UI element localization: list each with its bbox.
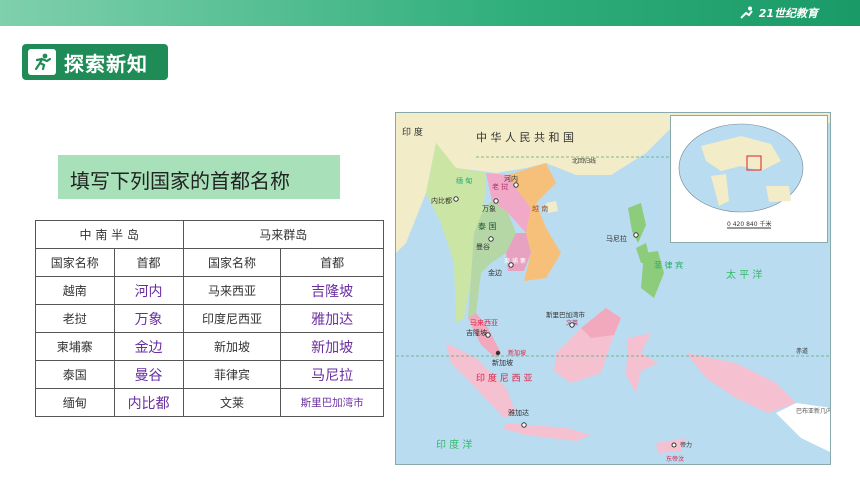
section-badge: 探索新知 <box>22 44 168 80</box>
capital-answer: 万象 <box>113 304 184 333</box>
label-phnom-penh: 金边 <box>488 268 502 277</box>
country-cell: 柬埔寨 <box>35 332 115 361</box>
label-vietnam: 越 南 <box>532 204 548 213</box>
region-malay-archipelago: 马来群岛 <box>182 220 385 249</box>
country-cell: 缅甸 <box>35 388 115 417</box>
country-cell: 越南 <box>35 276 115 305</box>
label-laos: 老 挝 <box>492 182 508 191</box>
capital-marker <box>488 236 494 242</box>
runner-icon <box>28 49 56 75</box>
capital-marker <box>508 262 514 268</box>
col-country: 国家名称 <box>35 248 115 277</box>
capitals-table: 中 南 半 岛 马来群岛 国家名称 首都 国家名称 首都 越南 河内 马来西亚 … <box>35 220 385 417</box>
scale-text: 0 420 840 千米 <box>727 220 771 228</box>
inset-land-australia <box>766 186 791 202</box>
country-cell: 泰国 <box>35 360 115 389</box>
capital-marker <box>495 350 501 356</box>
label-philippines: 菲 律 宾 <box>654 260 683 270</box>
label-singapore-city: 新加坡 <box>492 358 513 367</box>
label-png: 巴布亚新几内亚 <box>796 407 831 415</box>
capital-marker <box>493 198 499 204</box>
capital-marker <box>513 182 519 188</box>
table-row: 缅甸 内比都 文莱 斯里巴加湾市 <box>35 388 384 417</box>
world-inset-map: 0 420 840 千米 <box>670 115 828 243</box>
label-east-timor: 东帝汶 <box>666 455 684 463</box>
col-country: 国家名称 <box>182 248 282 277</box>
col-capital: 首都 <box>113 248 184 277</box>
label-india: 印 度 <box>402 126 423 138</box>
capital-answer: 内比都 <box>113 388 184 417</box>
country-cell: 新加坡 <box>182 332 282 361</box>
label-china: 中 华 人 民 共 和 国 <box>476 130 574 144</box>
label-tropic: 北回归线 <box>572 157 596 165</box>
country-cell: 菲律宾 <box>182 360 282 389</box>
label-naypyidaw: 内比都 <box>431 196 452 205</box>
capital-marker <box>671 442 677 448</box>
capital-answer: 曼谷 <box>113 360 184 389</box>
label-thailand: 泰 国 <box>478 221 497 231</box>
country-cell: 马来西亚 <box>182 276 282 305</box>
table-row: 越南 河内 马来西亚 吉隆坡 <box>35 276 384 305</box>
southeast-asia-map: 中 华 人 民 共 和 国 印 度 北回归线 赤道 太 平 洋 印 度 洋 缅 … <box>395 112 831 465</box>
region-indochina: 中 南 半 岛 <box>35 220 184 249</box>
brand-logo: 21世纪教育 <box>738 5 818 21</box>
section-title: 探索新知 <box>64 51 148 76</box>
country-cell: 文莱 <box>182 388 282 417</box>
capital-answer: 金边 <box>113 332 184 361</box>
runner-logo-icon <box>739 6 753 19</box>
world-inset-svg: 0 420 840 千米 <box>678 123 804 229</box>
label-bangkok: 曼谷 <box>476 242 490 251</box>
capital-marker <box>453 196 459 202</box>
col-capital: 首都 <box>280 248 384 277</box>
label-indonesia: 印 度 尼 西 亚 <box>476 372 532 384</box>
table-row: 柬埔寨 金边 新加坡 新加坡 <box>35 332 384 361</box>
label-malaysia: 马来西亚 <box>470 319 498 327</box>
label-equator: 赤道 <box>796 347 808 355</box>
country-cell: 老挝 <box>35 304 115 333</box>
capital-marker <box>521 422 527 428</box>
table-region-header: 中 南 半 岛 马来群岛 <box>35 220 385 249</box>
label-singapore-country: 新加坡 <box>508 349 526 357</box>
capital-marker <box>569 322 575 328</box>
label-indian-ocean: 印 度 洋 <box>436 438 472 451</box>
capital-answer: 河内 <box>113 276 184 305</box>
label-kuala-lumpur: 吉隆坡 <box>466 328 487 337</box>
task-prompt: 填写下列国家的首都名称 <box>70 169 290 193</box>
label-dili: 帝力 <box>680 441 692 449</box>
capital-marker <box>633 232 639 238</box>
country-cell: 印度尼西亚 <box>182 304 282 333</box>
capital-answer: 吉隆坡 <box>280 276 384 305</box>
table-row: 泰国 曼谷 菲律宾 马尼拉 <box>35 360 384 389</box>
task-prompt-box: 填写下列国家的首都名称 <box>58 155 340 199</box>
capital-answer: 新加坡 <box>280 332 384 361</box>
label-hanoi: 河内 <box>504 174 518 183</box>
header-bar: 21世纪教育 <box>0 0 860 26</box>
brand-text: 21世纪教育 <box>758 7 818 20</box>
capital-answer: 雅加达 <box>280 304 384 333</box>
label-pacific: 太 平 洋 <box>726 268 762 281</box>
capital-answer: 马尼拉 <box>280 360 384 389</box>
label-cambodia: 柬 埔 寨 <box>504 257 526 265</box>
capital-answer: 斯里巴加湾市 <box>280 388 384 417</box>
label-bandar-seri-begawan: 斯里巴加湾市 <box>546 310 586 319</box>
label-myanmar: 缅 甸 <box>456 176 472 185</box>
table-row: 老挝 万象 印度尼西亚 雅加达 <box>35 304 384 333</box>
label-vientiane: 万象 <box>482 204 496 213</box>
label-manila: 马尼拉 <box>606 234 627 243</box>
table-column-header: 国家名称 首都 国家名称 首都 <box>35 248 384 277</box>
label-jakarta: 雅加达 <box>508 408 529 417</box>
